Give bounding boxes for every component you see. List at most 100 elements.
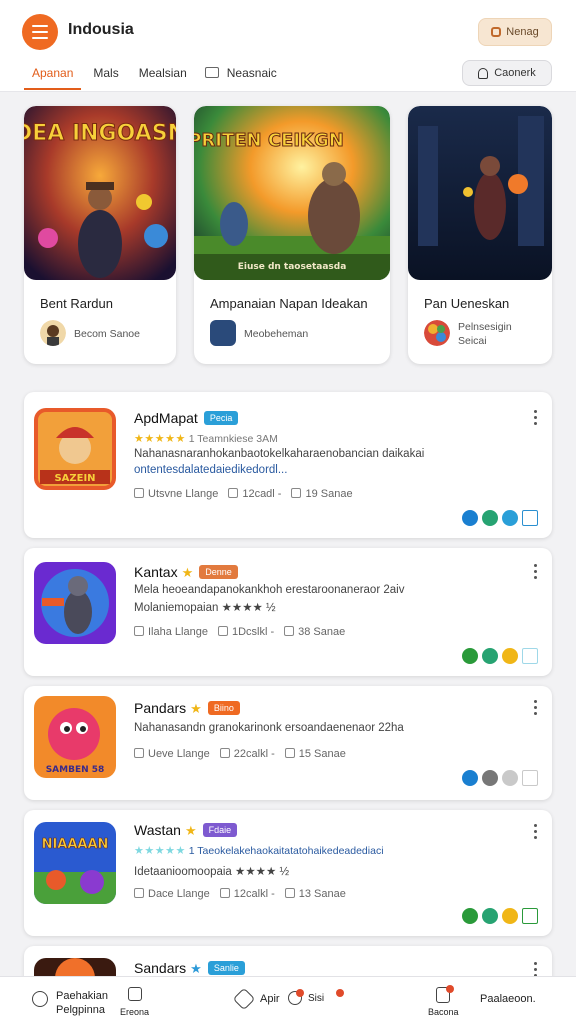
profile-button[interactable]: Caonerk [462,60,552,86]
download-icon [219,748,230,758]
person-icon [478,67,489,79]
tools-icon [232,987,256,1011]
chat-icon[interactable] [502,770,518,786]
card-actions [462,648,538,664]
pin-icon [134,748,144,758]
star-icon: ★ [190,701,202,716]
featured-title: Ampanaian Napan Ideakan [210,296,368,311]
game-title: Kantax ★ Denne [134,564,238,581]
game-card[interactable]: NIAAAAN Wastan ★ Fdaie ★★★★★ 1 Taeokelakeh… [24,810,552,936]
game-name: ApdMapat [134,410,198,426]
nav-label: Paehakian Pelgpinna [56,990,108,1016]
more-options-icon[interactable] [534,962,538,977]
share-icon[interactable] [482,510,498,526]
stat-rating: 13 Sanae [284,888,346,900]
rating-line: ★★★★★ 1 Taeokelakehaokaitatatohaikedeade… [134,844,384,857]
game-name: Pandars [134,700,187,716]
notification-dot [446,985,454,993]
check-box-icon[interactable] [522,770,538,786]
bottom-navigation: Paehakian Pelgpinna Ereona Apir Sisi Baco… [0,976,576,1024]
top-action-button[interactable]: Nenag [478,18,552,46]
menu-button[interactable] [22,14,58,50]
news-icon [204,67,219,78]
rating-line: ★★★★★ 1 Teamnkiese 3AM [134,432,278,445]
check-box-icon[interactable] [522,908,538,924]
game-icon-art: NIAAAAN [34,822,116,904]
star-outline-icon [284,748,295,758]
user-icon[interactable] [462,648,478,664]
more-options-icon[interactable] [534,824,538,839]
more-options-icon[interactable] [534,410,538,425]
rating-stars: ★★★★★ [134,845,186,857]
rating-text: 1 Teamnkiese 3AM [188,433,278,445]
tab-mals[interactable]: Mals [81,64,126,90]
star-icon: ★ [181,565,194,580]
featured-card[interactable]: Pan Ueneskan Pelnsesigin Seicai [408,106,552,364]
game-description-2: Molaniemopaian ★★★★ ½ [134,602,276,614]
share-icon[interactable] [482,648,498,664]
game-stats: Utsvne Llange 12cadl - 19 Sanae [134,488,353,500]
tab-apanan[interactable]: Apanan [24,64,82,90]
share-icon[interactable] [482,908,498,924]
rating-stars: ★★★★★ [134,433,186,445]
stat-languages: Utsvne Llange [134,488,218,500]
nav-label: Apir [260,993,280,1005]
nav-label: Ereona [120,1007,150,1017]
check-box-icon[interactable] [522,510,538,526]
game-stats: Ilaha Llange 1Dcslkl - 38 Sanae [134,626,345,638]
user-icon[interactable] [462,770,478,786]
user-icon[interactable] [462,510,478,526]
download-icon [228,488,239,498]
avatar [40,320,66,346]
stat-rating: 19 Sanae [291,488,353,500]
featured-art-caption: Eiuse dn taosetaasda [238,262,347,272]
notification-dot [336,989,344,997]
nav-label: Bacona [428,1007,459,1017]
star-icon[interactable] [502,908,518,924]
featured-card[interactable]: PRITEN CEIKGN Eiuse dn taosetaasda Ampan… [194,106,390,364]
game-icon: SAZEIN [34,408,116,490]
featured-title: Pan Ueneskan [424,296,510,311]
tab-neasnaic[interactable]: Neasnaic [195,64,285,90]
user-icon[interactable] [462,908,478,924]
game-name: Wastan [134,822,181,838]
game-title: ApdMapat Pecia [134,410,239,426]
more-options-icon[interactable] [534,700,538,715]
game-card[interactable]: Kantax ★ Denne Mela heoeandapanokankhoh er… [24,548,552,676]
game-description: Nahanasandn granokarinonk ersoandaenenao… [134,722,404,734]
stat-size: 12calkl - [219,888,275,900]
tab-neasnaic-label: Neasnaic [226,66,277,80]
star-icon: ★ [190,961,202,976]
more-options-icon[interactable] [534,564,538,579]
game-badge: Biino [207,701,240,715]
game-badge: Fdaie [202,823,238,837]
game-name: Kantax [134,564,178,580]
stat-rating: 15 Sanae [284,748,346,760]
game-card[interactable]: SAZEIN ApdMapat Pecia ★★★★★ 1 Teamnkiese … [24,392,552,538]
featured-carousel: DEA INGOASN Bent Rardun Becom Sanoe PRIT… [24,106,552,364]
app-header: Indousia Nenag Apanan Mals Mealsian Neas… [0,0,576,92]
game-icon-text: NIAAAAN [42,837,109,852]
game-icon-art: SAMBEN 58 [34,696,116,778]
featured-subtitle: Pelnsesigin Seicai [458,321,512,347]
profile-button-label: Caonerk [494,67,536,79]
chat-icon[interactable] [502,510,518,526]
game-icon [34,562,116,644]
tab-mealsian[interactable]: Mealsian [127,64,195,90]
featured-card[interactable]: DEA INGOASN Bent Rardun Becom Sanoe [24,106,176,364]
check-box-icon[interactable] [522,648,538,664]
share-icon[interactable] [482,770,498,786]
game-badge: Sanlie [207,961,245,975]
app-logo-icon [210,320,236,346]
nav-label: Sisi [308,993,325,1004]
featured-art-graphic: PRITEN CEIKGN Eiuse dn taosetaasda [194,106,390,280]
stat-size: 22calkl - [219,748,275,760]
game-badge: Pecia [203,411,239,425]
star-icon[interactable] [502,648,518,664]
avatar [424,320,450,346]
game-card[interactable]: SAMBEN 58 Pandars ★ Biino Nahanasandn gran… [24,686,552,800]
menu-bar-icon [32,31,48,33]
nav-item-profile[interactable]: Paalaeoon. [480,993,536,1005]
game-name: Sandars [134,960,187,976]
featured-art: DEA INGOASN [24,106,176,280]
